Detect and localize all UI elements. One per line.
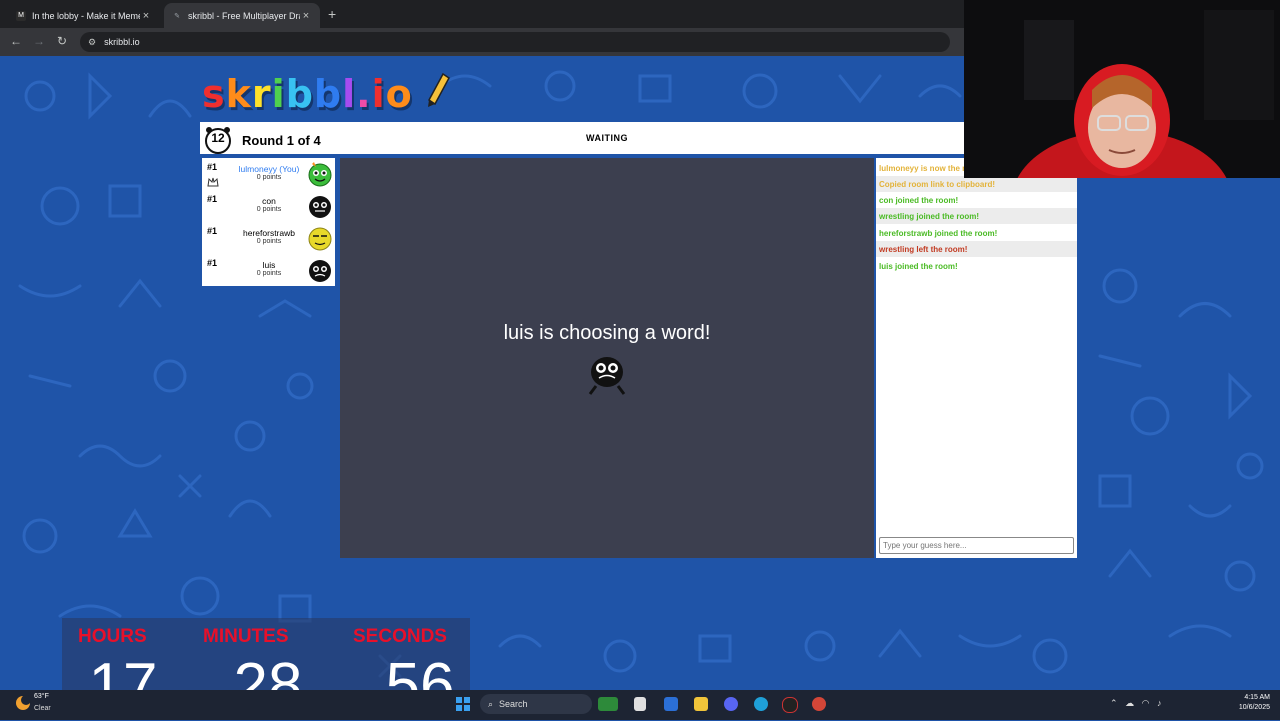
- player-name: hereforstrawb: [243, 228, 295, 238]
- round-indicator: Round 1 of 4: [242, 133, 321, 148]
- search-icon: ⌕: [488, 698, 494, 709]
- reload-icon[interactable]: ↻: [57, 34, 67, 48]
- taskbar-clock[interactable]: 4:15 AM 10/6/2025: [1220, 693, 1270, 713]
- player-rank: #1: [207, 226, 218, 236]
- player-avatar-icon: [309, 196, 331, 218]
- chat-message: luis joined the room!: [876, 258, 1077, 274]
- file-icon[interactable]: [634, 697, 646, 711]
- url-text: skribbl.io: [104, 37, 140, 47]
- wifi-icon[interactable]: ◠: [1142, 698, 1150, 708]
- file-explorer-icon[interactable]: [694, 697, 708, 711]
- chat-message: hereforstrawb joined the room!: [876, 225, 1077, 241]
- back-arrow-icon[interactable]: ←: [10, 34, 22, 48]
- url-field[interactable]: ⚙ skribbl.io: [80, 32, 950, 52]
- tab-title: skribbl - Free Multiplayer Draw: [188, 10, 300, 21]
- player-name: lulmoneyy (You): [238, 164, 300, 174]
- address-bar-row: ← → ↻ ⚙ skribbl.io: [0, 28, 964, 56]
- player-name: luis: [262, 260, 276, 270]
- system-tray[interactable]: ⌃ ☁ ◠ ♪: [1110, 698, 1161, 709]
- chat-text: wrestling joined the room!: [879, 211, 980, 221]
- player-row[interactable]: #1 con 0 points: [202, 190, 335, 222]
- player-points: 0 points: [256, 238, 282, 245]
- chat-text: Copied room link to clipboard!: [879, 179, 995, 189]
- chat-text: hereforstrawb joined the room!: [879, 228, 998, 238]
- player-points: 0 points: [256, 206, 282, 213]
- player-points: 0 points: [256, 174, 282, 181]
- pencil-logo-icon: [427, 72, 450, 107]
- meme-favicon-icon: M: [16, 10, 26, 21]
- skribbl-logo: skribbl.io: [202, 72, 451, 116]
- crown-icon: [207, 177, 219, 187]
- browser-tab-bar: M In the lobby - Make it Meme × ✎ skribb…: [0, 0, 964, 28]
- chat-text: luis joined the room!: [879, 261, 958, 271]
- player-row[interactable]: #1 lulmoneyy (You) 0 points: [202, 158, 335, 190]
- weather-moon-icon: [16, 695, 31, 710]
- search-label: Search: [499, 699, 528, 709]
- seconds-label: SECONDS: [353, 626, 447, 647]
- chat-message: con joined the room!: [876, 192, 1077, 208]
- game-status: WAITING: [586, 133, 628, 143]
- guess-input[interactable]: [879, 537, 1074, 554]
- player-points: 0 points: [256, 270, 282, 277]
- obs-icon[interactable]: [782, 697, 798, 713]
- player-avatar-icon: [308, 227, 332, 251]
- tab-title: In the lobby - Make it Meme: [32, 10, 140, 21]
- weather-temp: 63°F: [34, 693, 49, 700]
- tab-make-it-meme[interactable]: M In the lobby - Make it Meme ×: [8, 3, 160, 28]
- widgets-icon[interactable]: [598, 697, 618, 711]
- clock-date: 10/6/2025: [1238, 704, 1270, 711]
- chat-text: con joined the room!: [879, 195, 959, 205]
- chat-message: Copied room link to clipboard!: [876, 176, 1077, 192]
- drawer-avatar-icon: [588, 357, 626, 395]
- player-rank: #1: [207, 194, 218, 204]
- player-list: #1 lulmoneyy (You) 0 points #1 con 0 poi…: [202, 158, 335, 286]
- pencil-favicon-icon: ✎: [174, 12, 180, 20]
- webcam-overlay: [964, 0, 1280, 178]
- player-avatar-icon: [309, 260, 331, 282]
- chevron-up-icon[interactable]: ⌃: [1110, 698, 1118, 708]
- player-avatar-icon: [308, 162, 332, 187]
- chat-message: wrestling left the room!: [876, 241, 1077, 257]
- volume-icon[interactable]: ♪: [1157, 698, 1162, 708]
- player-rank: #1: [207, 162, 218, 172]
- player-rank: #1: [207, 258, 218, 268]
- turn-timer: 12: [211, 131, 225, 145]
- new-tab-button[interactable]: +: [328, 6, 336, 22]
- cloud-icon[interactable]: ☁: [1125, 698, 1134, 708]
- windows-start-icon[interactable]: [456, 697, 470, 711]
- player-name: con: [262, 196, 276, 206]
- discord-icon[interactable]: [724, 697, 738, 711]
- site-info-icon[interactable]: ⚙: [88, 37, 96, 48]
- chat-message: wrestling joined the room!: [876, 208, 1077, 224]
- hours-label: HOURS: [78, 626, 147, 647]
- clock-time: 4:15 AM: [1244, 694, 1270, 701]
- edge-icon[interactable]: [754, 697, 768, 711]
- tab-skribbl[interactable]: ✎ skribbl - Free Multiplayer Draw ×: [164, 3, 320, 28]
- taskbar-search[interactable]: ⌕ Search: [480, 694, 592, 714]
- weather-desc: Clear: [34, 705, 51, 712]
- minutes-label: MINUTES: [203, 626, 289, 647]
- chrome-icon[interactable]: [812, 697, 826, 711]
- choosing-word-message: luis is choosing a word!: [503, 322, 711, 344]
- close-tab-icon[interactable]: ×: [300, 10, 312, 22]
- chat-text: wrestling left the room!: [879, 244, 968, 254]
- forward-arrow-icon[interactable]: →: [33, 34, 45, 48]
- store-icon[interactable]: [664, 697, 678, 711]
- player-row[interactable]: #1 luis 0 points: [202, 254, 335, 286]
- player-row[interactable]: #1 hereforstrawb 0 points: [202, 222, 335, 254]
- close-tab-icon[interactable]: ×: [140, 10, 152, 22]
